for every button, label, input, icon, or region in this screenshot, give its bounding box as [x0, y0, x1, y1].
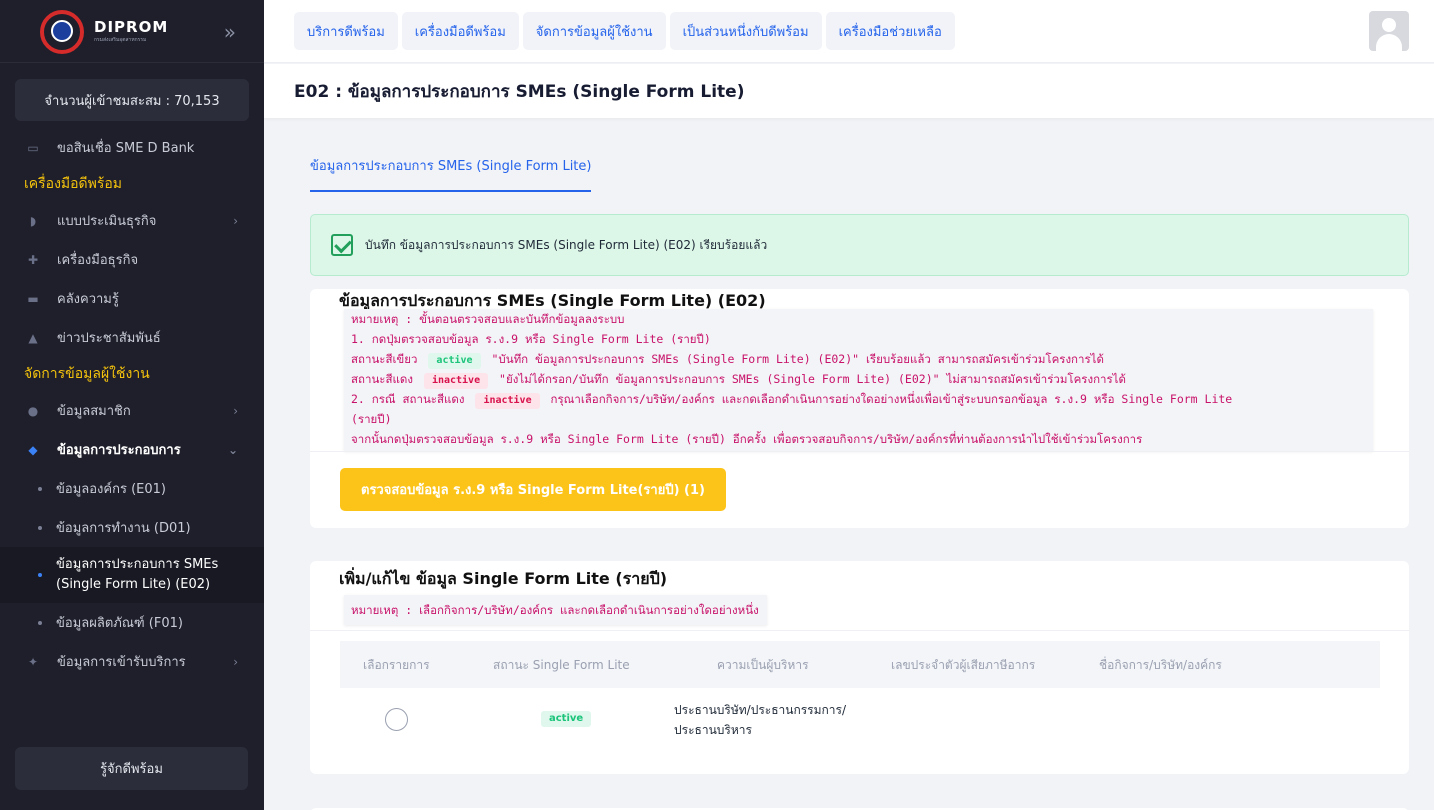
topbar: บริการดีพร้อม เครื่องมือดีพร้อม จัดการข้…	[264, 0, 1434, 63]
success-alert: บันทึก ข้อมูลการประกอบการ SMEs (Single F…	[310, 214, 1409, 276]
note-line: กรุณาเลือกกิจการ/บริษัท/องค์กร และกดเลือ…	[550, 392, 1233, 406]
sidebar-item-service[interactable]: ✦ ข้อมูลการเข้ารับบริการ ›	[0, 642, 264, 681]
sidebar-item-label: ข้อมูลการประกอบการ	[57, 443, 181, 458]
top-menu-join[interactable]: เป็นส่วนหนึ่งกับดีพร้อม	[669, 12, 822, 50]
sidebar-item-label: คลังความรู้	[57, 292, 119, 307]
sidebar-item-business-tools[interactable]: ✚ เครื่องมือธุรกิจ	[0, 240, 264, 279]
sidebar-section-user-data: จัดการข้อมูลผู้ใช้งาน	[24, 366, 150, 382]
sidebar-subitem-e02[interactable]: ข้อมูลการประกอบการ SMEs (Single Form Lit…	[0, 547, 264, 603]
sidebar-item-label: เครื่องมือธุรกิจ	[57, 253, 139, 268]
top-menu-services[interactable]: บริการดีพร้อม	[294, 12, 398, 50]
selection-note: หมายเหตุ : เลือกกิจการ/บริษัท/องค์กร และ…	[344, 595, 767, 625]
note-line: 1. กดปุ่มตรวจสอบข้อมูล ร.ง.9 หรือ Single…	[351, 332, 711, 346]
card-title: เพิ่ม/แก้ไข ข้อมูล Single Form Lite (ราย…	[339, 569, 668, 588]
sidebar-item-label: ข้อมูลการทำงาน (D01)	[56, 521, 191, 536]
single-form-lite-card: เพิ่ม/แก้ไข ข้อมูล Single Form Lite (ราย…	[310, 561, 1409, 774]
chevron-right-icon: ›	[233, 654, 238, 669]
diamond-icon: ◆	[28, 442, 38, 457]
chevron-right-icon: ›	[233, 213, 238, 228]
sidebar-item-business-assessment[interactable]: ◗ แบบประเมินธุรกิจ ›	[0, 201, 264, 240]
sidebar-item-label: ข้อมูลการเข้ารับบริการ	[57, 655, 186, 670]
avatar[interactable]	[1369, 11, 1409, 51]
table-row: active ประธานบริษัท/ประธานกรรมการ/ประธาน…	[340, 688, 1380, 748]
status-badge: active	[541, 711, 592, 727]
tools-icon: ✚	[27, 252, 39, 267]
page-header: E02 : ข้อมูลการประกอบการ SMEs (Single Fo…	[264, 64, 1434, 118]
chevron-down-icon: ⌄	[227, 442, 238, 457]
sidebar-item-operation[interactable]: ◆ ข้อมูลการประกอบการ ⌄	[0, 430, 264, 469]
column-header: เลขประจำตัวผู้เสียภาษีอากร	[891, 658, 1036, 672]
table-header: เลือกรายการ สถานะ Single Form Lite ความเ…	[340, 641, 1380, 688]
top-menu-user-data[interactable]: จัดการข้อมูลผู้ใช้งาน	[522, 12, 666, 50]
sidebar-item-label: แบบประเมินธุรกิจ	[57, 214, 157, 229]
top-menu-help[interactable]: เครื่องมือช่วยเหลือ	[825, 12, 955, 50]
note-line: สถานะสีเขียว	[351, 352, 418, 366]
note-line: จากนั้นกดปุ่มตรวจสอบข้อมูล ร.ง.9 หรือ Si…	[351, 432, 1143, 446]
column-header: สถานะ Single Form Lite	[493, 658, 630, 672]
tab-single-form-lite[interactable]: ข้อมูลการประกอบการ SMEs (Single Form Lit…	[310, 155, 592, 192]
sidebar-subitem-d01[interactable]: ข้อมูลการทำงาน (D01)	[0, 508, 264, 547]
status-badge-inactive: inactive	[423, 373, 489, 389]
divider	[310, 451, 1409, 452]
note-line: (รายปี)	[351, 412, 392, 426]
service-icon: ✦	[27, 654, 39, 669]
collapse-sidebar-icon[interactable]: »	[224, 20, 236, 44]
chevron-right-icon: ›	[233, 403, 238, 418]
check-rng9-button[interactable]: ตรวจสอบข้อมูล ร.ง.9 หรือ Single Form Lit…	[340, 468, 726, 511]
sidebar-item-label: ขอสินเชื่อ SME D Bank	[57, 141, 195, 156]
e02-card: ข้อมูลการประกอบการ SMEs (Single Form Lit…	[310, 289, 1409, 528]
note-line: หมายเหตุ : ขั้นตอนตรวจสอบและบันทึกข้อมูล…	[351, 312, 625, 326]
sidebar-item-label: ข้อมูลการประกอบการ SMEs (Single Form Lit…	[56, 557, 219, 592]
column-header: ชื่อกิจการ/บริษัท/องค์กร	[1099, 658, 1222, 672]
about-diprom-button[interactable]: รู้จักดีพร้อม	[15, 747, 248, 790]
bullet-icon	[38, 620, 42, 625]
select-radio[interactable]	[385, 708, 408, 731]
book-icon: ▬	[27, 291, 39, 306]
visitor-counter: จำนวนผู้เข้าชมสะสม : 70,153	[15, 79, 249, 121]
instructions-note: หมายเหตุ : ขั้นตอนตรวจสอบและบันทึกข้อมูล…	[344, 309, 1373, 451]
sidebar-section-tools: เครื่องมือดีพร้อม	[24, 176, 123, 192]
sidebar-item-label: ข้อมูลผลิตภัณฑ์ (F01)	[56, 616, 183, 631]
sidebar: DIPROM กรมส่งเสริมอุตสาหกรรม » จำนวนผู้เ…	[0, 0, 264, 810]
sidebar-item-member[interactable]: ● ข้อมูลสมาชิก ›	[0, 391, 264, 430]
check-icon	[331, 234, 353, 256]
main-content: ข้อมูลการประกอบการ SMEs (Single Form Lit…	[264, 118, 1434, 810]
sidebar-item-knowledge[interactable]: ▬ คลังความรู้	[0, 279, 264, 318]
note-line: "บันทึก ข้อมูลการประกอบการ SMEs (Single …	[491, 352, 1104, 366]
note-line: 2. กรณี สถานะสีแดง	[351, 392, 465, 406]
sidebar-item-label: ข่าวประชาสัมพันธ์	[57, 331, 161, 346]
diprom-logo-icon	[34, 6, 90, 56]
column-header: ความเป็นผู้บริหาร	[717, 658, 809, 672]
status-badge-active: active	[428, 353, 481, 369]
sidebar-subitem-e01[interactable]: ข้อมูลองค์กร (E01)	[0, 469, 264, 508]
megaphone-icon: ▲	[28, 330, 38, 345]
bank-icon: ▭	[27, 140, 39, 155]
sidebar-subitem-f01[interactable]: ข้อมูลผลิตภัณฑ์ (F01)	[0, 603, 264, 642]
logo[interactable]: DIPROM กรมส่งเสริมอุตสาหกรรม »	[0, 0, 264, 63]
divider	[310, 630, 1409, 631]
sidebar-item-sme-d-bank[interactable]: ▭ ขอสินเชื่อ SME D Bank	[0, 128, 264, 167]
page-title: E02 : ข้อมูลการประกอบการ SMEs (Single Fo…	[294, 81, 745, 102]
bullet-icon	[38, 486, 42, 491]
chart-icon: ◗	[29, 213, 37, 228]
user-icon: ●	[27, 403, 39, 418]
logo-text: DIPROM	[94, 18, 169, 36]
sidebar-item-label: ข้อมูลองค์กร (E01)	[56, 482, 166, 497]
logo-subtext: กรมส่งเสริมอุตสาหกรรม	[94, 37, 147, 43]
bullet-icon	[38, 525, 42, 530]
note-line: "ยังไม่ได้กรอก/บันทึก ข้อมูลการประกอบการ…	[499, 372, 1126, 386]
sidebar-item-news[interactable]: ▲ ข่าวประชาสัมพันธ์	[0, 318, 264, 357]
top-menu-tools[interactable]: เครื่องมือดีพร้อม	[401, 12, 519, 50]
role-cell: ประธานบริษัท/ประธานกรรมการ/ประธานบริหาร	[674, 703, 847, 737]
column-header: เลือกรายการ	[363, 658, 430, 672]
sidebar-item-label: ข้อมูลสมาชิก	[57, 404, 131, 419]
bullet-icon	[38, 573, 42, 577]
status-badge-inactive: inactive	[475, 393, 540, 409]
sidebar-nav: ▭ ขอสินเชื่อ SME D Bank เครื่องมือดีพร้อ…	[0, 128, 264, 728]
alert-text: บันทึก ข้อมูลการประกอบการ SMEs (Single F…	[365, 237, 768, 252]
note-line: สถานะสีแดง	[351, 372, 413, 386]
